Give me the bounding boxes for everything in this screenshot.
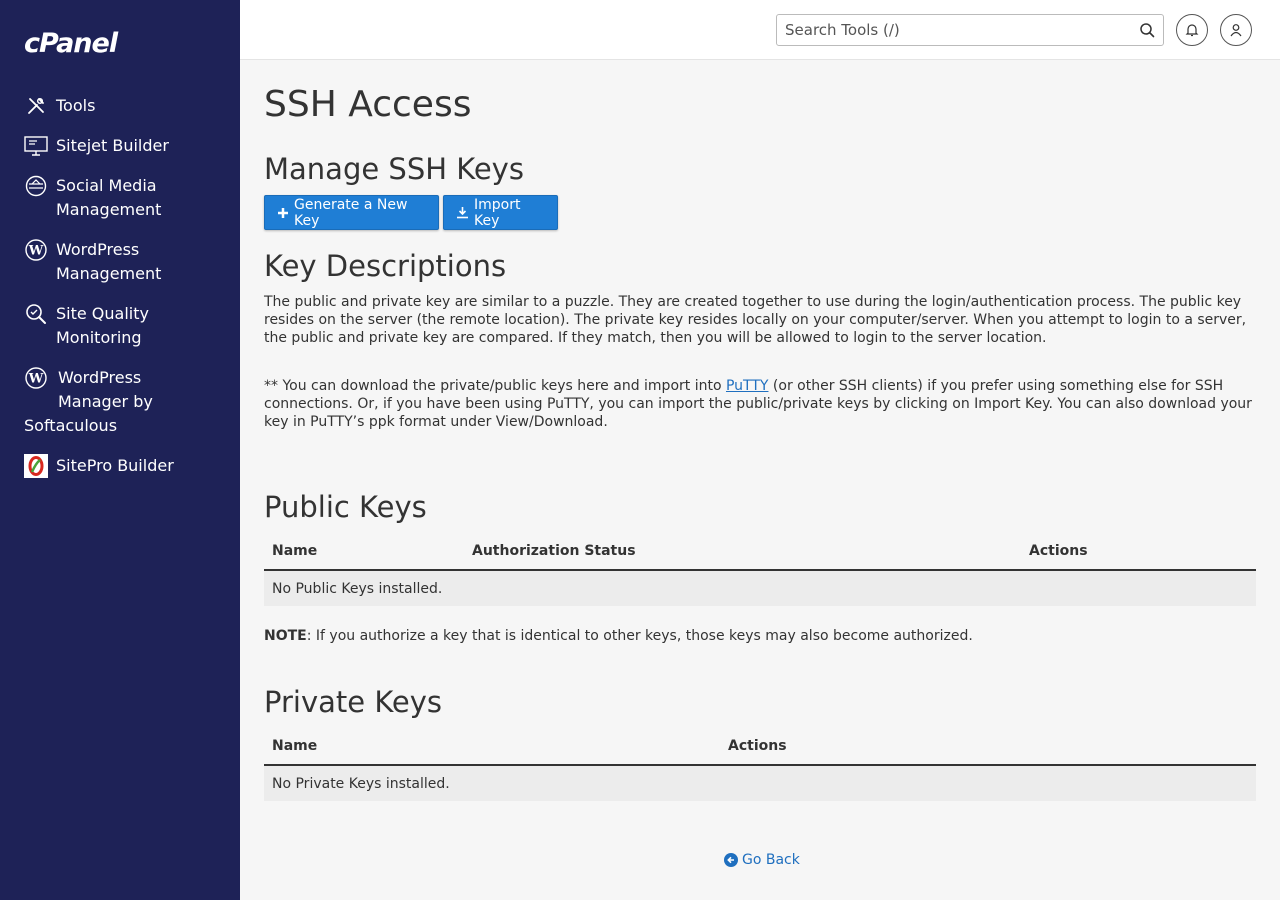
site-quality-icon [24, 302, 48, 326]
svg-text:W: W [28, 244, 44, 259]
social-media-icon [24, 174, 48, 198]
table-header-row: Name Actions [264, 727, 1256, 766]
public-keys-empty-message: No Public Keys installed. [264, 570, 1256, 606]
manage-ssh-keys-heading: Manage SSH Keys [264, 152, 524, 186]
cpanel-logo[interactable]: cPanel [24, 28, 118, 59]
download-instructions: ** You can download the private/public k… [264, 377, 1256, 431]
search-input[interactable] [777, 15, 1117, 45]
private-keys-heading: Private Keys [264, 685, 443, 719]
user-menu-button[interactable] [1220, 14, 1252, 46]
column-header-actions: Actions [1021, 532, 1256, 571]
sidebar-item-tools[interactable]: Tools [24, 94, 224, 118]
sidebar-item-label: WordPress Management [56, 240, 162, 283]
circle-arrow-left-icon [724, 853, 738, 867]
wordpress-icon: W [24, 366, 48, 390]
column-header-name[interactable]: Name [264, 532, 464, 571]
table-row: No Private Keys installed. [264, 765, 1256, 801]
key-descriptions-heading: Key Descriptions [264, 249, 507, 283]
column-header-authorization-status[interactable]: Authorization Status [464, 532, 1021, 571]
page-title: SSH Access [264, 84, 472, 125]
sidebar-item-wordpress-management[interactable]: W WordPress Management [24, 238, 224, 286]
import-key-button[interactable]: Import Key [443, 195, 558, 230]
svg-text:W: W [28, 372, 44, 387]
sidebar-item-label: SitePro Builder [56, 456, 174, 475]
sidebar: cPanel Tools Sitejet Builder Social Medi… [0, 0, 240, 900]
sidebar-item-sitepro[interactable]: SitePro Builder [24, 454, 224, 478]
notifications-button[interactable] [1176, 14, 1208, 46]
sidebar-item-label: Sitejet Builder [56, 136, 169, 155]
private-keys-table: Name Actions No Private Keys installed. [264, 727, 1256, 801]
tools-icon [24, 94, 48, 118]
public-keys-heading: Public Keys [264, 490, 427, 524]
import-icon [456, 206, 469, 219]
public-keys-table: Name Authorization Status Actions No Pub… [264, 532, 1256, 606]
sidebar-item-label: Site Quality Monitoring [56, 304, 149, 347]
plus-icon [277, 207, 289, 219]
column-header-name[interactable]: Name [264, 727, 720, 766]
key-description-text: The public and private key are similar t… [264, 294, 1247, 346]
sidebar-item-label: Tools [56, 96, 96, 115]
generate-key-label: Generate a New Key [294, 196, 408, 229]
authorization-note: NOTE: If you authorize a key that is ide… [264, 628, 973, 644]
user-icon [1229, 23, 1243, 37]
table-header-row: Name Authorization Status Actions [264, 532, 1256, 571]
private-keys-empty-message: No Private Keys installed. [264, 765, 1256, 801]
sidebar-item-sitejet[interactable]: Sitejet Builder [24, 134, 224, 158]
wordpress-icon: W [24, 238, 48, 262]
sidebar-item-wordpress-softaculous[interactable]: W WordPress Manager by Softaculous [24, 366, 224, 438]
top-bar [240, 0, 1280, 60]
generate-key-button[interactable]: Generate a New Key [264, 195, 439, 230]
putty-link[interactable]: PuTTY [726, 378, 768, 394]
note-label: NOTE [264, 628, 307, 644]
bell-icon [1185, 23, 1199, 37]
sidebar-item-label: Social Media Management [56, 176, 162, 219]
column-header-actions: Actions [720, 727, 1256, 766]
sidebar-item-social-media[interactable]: Social Media Management [24, 174, 224, 222]
go-back-link[interactable]: Go Back [724, 852, 800, 868]
table-row: No Public Keys installed. [264, 570, 1256, 606]
sidebar-nav: Tools Sitejet Builder Social Media Manag… [24, 94, 224, 494]
go-back-label: Go Back [742, 852, 800, 868]
sidebar-item-site-quality[interactable]: Site Quality Monitoring [24, 302, 224, 350]
sitepro-icon [24, 454, 48, 478]
sitejet-icon [24, 134, 48, 158]
download-text-before: ** You can download the private/public k… [264, 378, 726, 394]
note-text: : If you authorize a key that is identic… [306, 628, 973, 644]
search-box [776, 14, 1164, 46]
import-key-label: Import Key [474, 196, 521, 229]
search-icon[interactable] [1139, 22, 1155, 38]
